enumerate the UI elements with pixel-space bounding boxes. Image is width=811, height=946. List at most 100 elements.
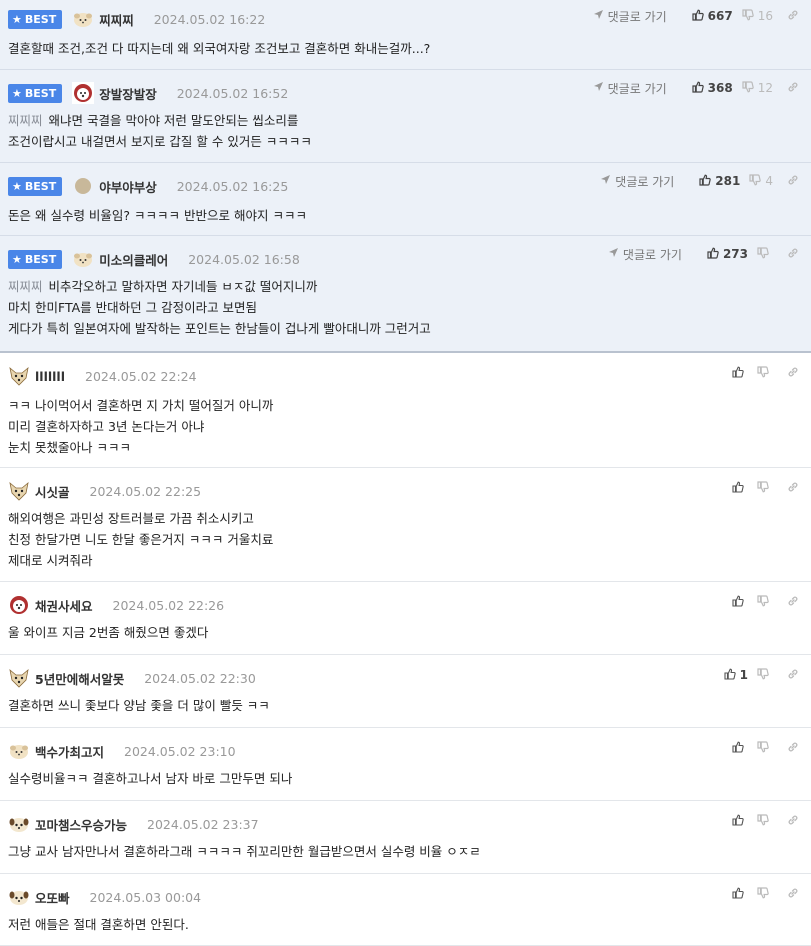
- thumbs-up-icon: [732, 741, 748, 756]
- upvote-button[interactable]: [732, 595, 748, 610]
- avatar[interactable]: [72, 82, 95, 104]
- upvote-count: 368: [707, 81, 733, 95]
- thumbs-down-icon: [757, 594, 773, 610]
- nickname[interactable]: 장발장발장: [99, 84, 157, 103]
- copy-link-button[interactable]: [787, 668, 799, 683]
- mention[interactable]: 찌찌찌: [8, 279, 43, 294]
- nickname[interactable]: 야부야부상: [99, 177, 157, 196]
- link-icon: [787, 814, 799, 829]
- upvote-button[interactable]: [732, 481, 748, 496]
- copy-link-button[interactable]: [787, 174, 799, 189]
- best-badge: ★ BEST: [8, 83, 63, 103]
- comment-line: 눈치 못챘줄아나 ㅋㅋㅋ: [8, 437, 803, 458]
- copy-link-button[interactable]: [787, 247, 799, 262]
- comment: 백수가최고지 2024.05.02 23:10 실수령비율ㅋㅋ 결혼하고나서 남자 …: [0, 728, 811, 801]
- nickname[interactable]: 오또빠: [35, 888, 70, 907]
- nickname[interactable]: 5년만에해서알못: [35, 669, 124, 688]
- comment-text: ㅋㅋ 나이먹어서 결혼하면 지 가치 떨어질거 아니까: [8, 398, 274, 413]
- comment-header: lllllll 2024.05.02 22:24: [8, 353, 197, 399]
- upvote-button[interactable]: [732, 887, 748, 902]
- upvote-button[interactable]: 1: [724, 668, 748, 683]
- avatar[interactable]: [72, 8, 94, 30]
- comment-text: 왜냐면 국결을 막아야 저런 말도안되는 씹소리를: [48, 113, 299, 128]
- go-to-reply-label: 댓글로 가기: [607, 81, 667, 96]
- comment-actions: 댓글로 가기 273: [608, 236, 799, 272]
- copy-link-button[interactable]: [787, 814, 799, 829]
- nickname[interactable]: 채권사세요: [35, 596, 93, 615]
- downvote-count: 16: [757, 9, 773, 23]
- downvote-button[interactable]: [757, 740, 773, 756]
- link-icon: [787, 595, 799, 610]
- upvote-button[interactable]: [732, 366, 748, 381]
- send-icon: [600, 174, 615, 188]
- comment-line: 해외여행은 과민성 장트러블로 가끔 취소시키고: [8, 508, 803, 529]
- avatar[interactable]: [72, 175, 94, 197]
- thumbs-down-icon: [757, 246, 773, 262]
- avatar[interactable]: [72, 248, 94, 270]
- upvote-button[interactable]: 368: [692, 81, 733, 96]
- copy-link-button[interactable]: [787, 481, 799, 496]
- comment-text: 미리 결혼하자하고 3년 논다는거 아냐: [8, 419, 205, 434]
- nickname[interactable]: 꼬마챔스우승가능: [35, 815, 127, 834]
- copy-link-button[interactable]: [787, 741, 799, 756]
- comment-line: 찌찌찌 비추각오하고 말하자면 자기네들 ㅂㅈ값 떨어지니까: [8, 276, 803, 297]
- thumbs-up-icon: [732, 366, 748, 381]
- go-to-reply-link[interactable]: 댓글로 가기: [608, 246, 682, 263]
- comment-actions: [723, 353, 799, 393]
- best-comment: ★ BEST 미소의클레어 2024.05.02 16:58 찌찌찌 비추각오하고 말하자…: [0, 236, 811, 353]
- comment-header: ★ BEST 찌찌찌 2024.05.02 16:22: [8, 0, 265, 38]
- comment-body: 실수령비율ㅋㅋ 결혼하고나서 남자 바로 그만두면 되나: [8, 768, 803, 789]
- downvote-button[interactable]: 12: [742, 80, 773, 96]
- downvote-button[interactable]: [757, 480, 773, 496]
- avatar[interactable]: [8, 594, 30, 616]
- upvote-button[interactable]: 273: [707, 247, 748, 262]
- nickname[interactable]: 찌찌찌: [99, 10, 134, 29]
- copy-link-button[interactable]: [787, 366, 799, 381]
- go-to-reply-link[interactable]: 댓글로 가기: [593, 80, 667, 97]
- comment-line: 결혼하면 쓰니 좇보다 양남 좇을 더 많이 빨듯 ㅋㅋ: [8, 695, 803, 716]
- comment: 꼬마챔스우승가능 2024.05.02 23:37 그냥 교사 남자만나서 결혼하라…: [0, 801, 811, 874]
- downvote-button[interactable]: [757, 813, 773, 829]
- copy-link-button[interactable]: [787, 9, 799, 24]
- avatar[interactable]: [8, 886, 30, 908]
- copy-link-button[interactable]: [787, 887, 799, 902]
- avatar[interactable]: [8, 480, 30, 502]
- downvote-button[interactable]: 16: [742, 8, 773, 24]
- copy-link-button[interactable]: [787, 595, 799, 610]
- upvote-button[interactable]: 281: [699, 174, 740, 189]
- comment: lllllll 2024.05.02 22:24 ㅋㅋ 나이먹어서 결혼하면 지 가…: [0, 353, 811, 468]
- downvote-button[interactable]: [757, 246, 773, 262]
- avatar[interactable]: [8, 365, 30, 387]
- upvote-button[interactable]: [732, 814, 748, 829]
- comment-text: 제대로 시켜줘라: [8, 553, 93, 568]
- comment-actions: [723, 582, 799, 622]
- link-icon: [787, 887, 799, 902]
- comment-date: 2024.05.03 00:04: [89, 889, 202, 905]
- avatar[interactable]: [8, 667, 30, 689]
- copy-link-button[interactable]: [787, 81, 799, 96]
- thumbs-down-icon: [757, 740, 773, 756]
- comment-line: 그냥 교사 남자만나서 결혼하라그래 ㅋㅋㅋㅋ 쥐꼬리만한 월급받으면서 실수령…: [8, 841, 803, 862]
- go-to-reply-link[interactable]: 댓글로 가기: [593, 8, 667, 25]
- comment-date: 2024.05.02 22:30: [144, 670, 256, 686]
- comment-line: 저런 애들은 절대 결혼하면 안된다.: [8, 914, 803, 935]
- nickname[interactable]: 미소의클레어: [99, 250, 168, 269]
- nickname[interactable]: 백수가최고지: [35, 742, 104, 761]
- upvote-button[interactable]: [732, 741, 748, 756]
- mention[interactable]: 찌찌찌: [8, 113, 43, 128]
- star-icon: ★: [12, 252, 22, 266]
- upvote-button[interactable]: 667: [692, 9, 733, 24]
- avatar[interactable]: [8, 813, 30, 835]
- downvote-button[interactable]: 4: [749, 173, 773, 189]
- best-badge: ★ BEST: [8, 9, 63, 29]
- nickname[interactable]: lllllll: [35, 369, 65, 384]
- downvote-button[interactable]: [757, 667, 773, 683]
- go-to-reply-label: 댓글로 가기: [607, 9, 667, 24]
- downvote-button[interactable]: [757, 365, 773, 381]
- downvote-button[interactable]: [757, 594, 773, 610]
- nickname[interactable]: 시싯골: [35, 482, 70, 501]
- downvote-button[interactable]: [757, 886, 773, 902]
- comment-date: 2024.05.02 23:10: [124, 743, 236, 759]
- avatar[interactable]: [8, 740, 30, 762]
- go-to-reply-link[interactable]: 댓글로 가기: [600, 173, 674, 190]
